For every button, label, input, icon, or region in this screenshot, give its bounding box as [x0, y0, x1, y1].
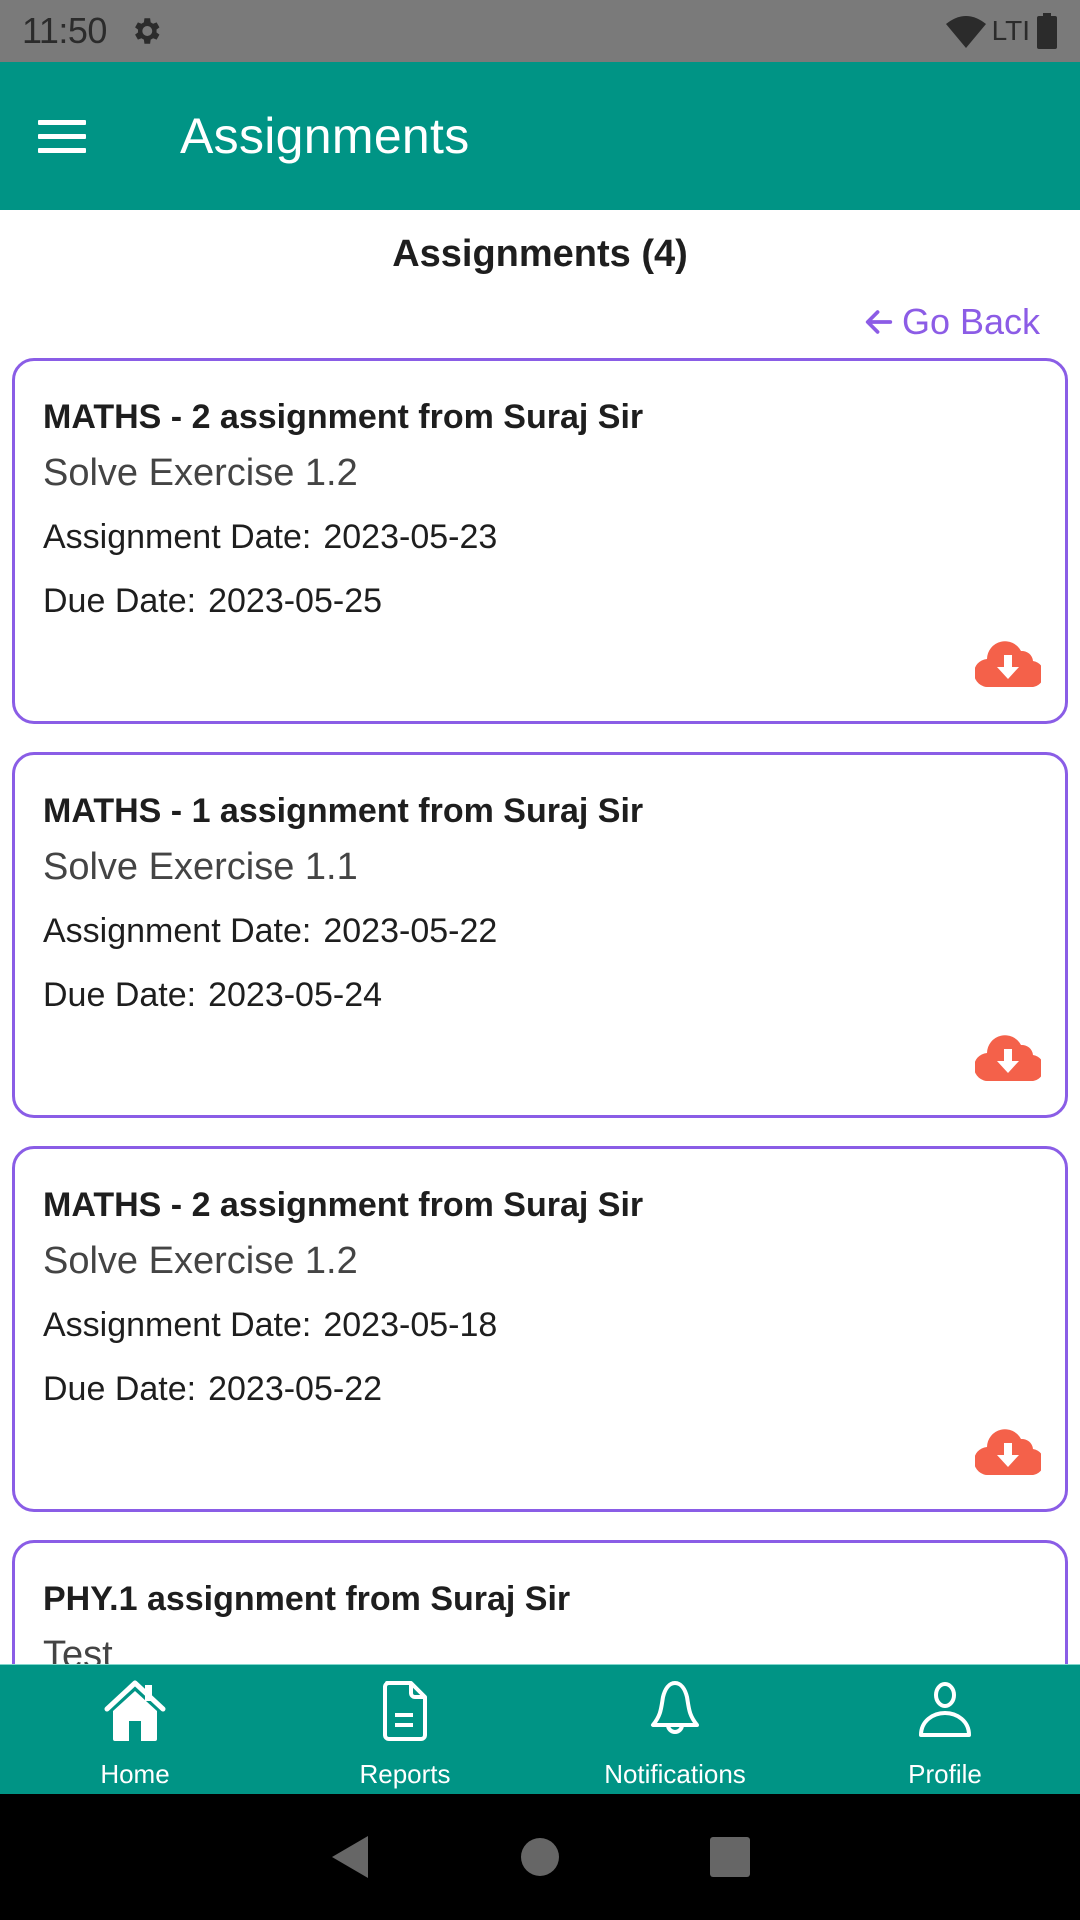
go-back-button[interactable]: Go Back [862, 301, 1040, 343]
nav-item-reports[interactable]: Reports [270, 1665, 540, 1794]
go-back-label: Go Back [901, 301, 1040, 342]
app-title: Assignments [180, 108, 470, 164]
content-scroll-area[interactable]: Assignments (4) Go Back MATHS - 2 assign… [0, 210, 1080, 1664]
nav-label-notifications: Notifications [604, 1759, 746, 1789]
nav-label-reports: Reports [359, 1759, 451, 1789]
assignment-date-row: Assignment Date: 2023-05-18 [43, 1301, 1037, 1349]
assignment-date-value: 2023-05-23 [323, 518, 498, 556]
assignment-title: MATHS - 1 assignment from Suraj Sir [43, 792, 644, 830]
system-navigation-bar [0, 1794, 1080, 1920]
assignment-description: Solve Exercise 1.2 [43, 1240, 358, 1282]
app-bar: Assignments [0, 62, 1080, 210]
nav-label-profile: Profile [908, 1759, 982, 1789]
user-icon [919, 1682, 971, 1737]
system-back-button[interactable] [330, 1834, 370, 1880]
assignment-card[interactable]: PHY.1 assignment from Suraj Sir Test [12, 1540, 1068, 1664]
home-icon [104, 1680, 166, 1741]
assignment-title: PHY.1 assignment from Suraj Sir [43, 1580, 571, 1618]
assignment-list: MATHS - 2 assignment from Suraj Sir Solv… [0, 358, 1080, 1664]
due-date-label: Due Date: [43, 976, 197, 1014]
nav-item-notifications[interactable]: Notifications [540, 1665, 810, 1794]
system-home-button[interactable] [520, 1837, 560, 1877]
cloud-download-icon[interactable] [975, 633, 1041, 687]
bell-icon [651, 1681, 699, 1734]
assignment-date-label: Assignment Date: [43, 1306, 312, 1344]
assignment-description: Solve Exercise 1.1 [43, 846, 358, 888]
assignment-card[interactable]: MATHS - 2 assignment from Suraj Sir Solv… [12, 1146, 1068, 1512]
home-circle-icon [521, 1838, 559, 1876]
battery-icon [1037, 13, 1057, 49]
status-icons: LTI [945, 13, 1058, 49]
screen: 11:50 LTI Assignments Assignments (4) Go… [0, 0, 1080, 1920]
status-time: 11:50 [22, 10, 107, 51]
document-icon [383, 1681, 427, 1741]
assignment-date-value: 2023-05-22 [323, 912, 498, 950]
assignment-card[interactable]: MATHS - 2 assignment from Suraj Sir Solv… [12, 358, 1068, 724]
due-date-value: 2023-05-25 [208, 582, 383, 620]
due-date-row: Due Date: 2023-05-22 [43, 1365, 1037, 1413]
nav-label-home: Home [100, 1759, 170, 1789]
network-type: LTI [991, 15, 1030, 46]
due-date-row: Due Date: 2023-05-24 [43, 971, 1037, 1019]
hamburger-menu-icon[interactable] [38, 106, 108, 166]
assignment-date-value: 2023-05-18 [323, 1306, 498, 1344]
status-bar: 11:50 LTI [0, 0, 1080, 62]
assignment-title: MATHS - 2 assignment from Suraj Sir [43, 1186, 644, 1224]
assignment-description: Solve Exercise 1.2 [43, 452, 358, 494]
cloud-download-icon[interactable] [975, 1421, 1041, 1475]
assignment-date-label: Assignment Date: [43, 912, 312, 950]
due-date-value: 2023-05-22 [208, 1370, 383, 1408]
assignment-title: MATHS - 2 assignment from Suraj Sir [43, 398, 644, 436]
nav-item-home[interactable]: Home [0, 1665, 270, 1794]
back-triangle-icon [332, 1836, 368, 1878]
wifi-icon [945, 16, 986, 48]
assignment-description: Test [43, 1634, 113, 1664]
assignment-date-row: Assignment Date: 2023-05-23 [43, 513, 1037, 561]
due-date-label: Due Date: [43, 1370, 197, 1408]
assignment-date-row: Assignment Date: 2023-05-22 [43, 907, 1037, 955]
due-date-value: 2023-05-24 [208, 976, 383, 1014]
due-date-row: Due Date: 2023-05-25 [43, 577, 1037, 625]
recents-square-icon [710, 1837, 750, 1877]
settings-gear-icon [135, 18, 160, 44]
due-date-label: Due Date: [43, 582, 197, 620]
arrow-left-icon [865, 310, 893, 334]
page-heading: Assignments (4) [392, 233, 688, 275]
cloud-download-icon[interactable] [975, 1027, 1041, 1081]
assignment-date-label: Assignment Date: [43, 518, 312, 556]
nav-item-profile[interactable]: Profile [810, 1665, 1080, 1794]
assignment-card[interactable]: MATHS - 1 assignment from Suraj Sir Solv… [12, 752, 1068, 1118]
bottom-navigation: Home Reports Notifications Profile [0, 1664, 1080, 1794]
system-recents-button[interactable] [710, 1837, 750, 1877]
